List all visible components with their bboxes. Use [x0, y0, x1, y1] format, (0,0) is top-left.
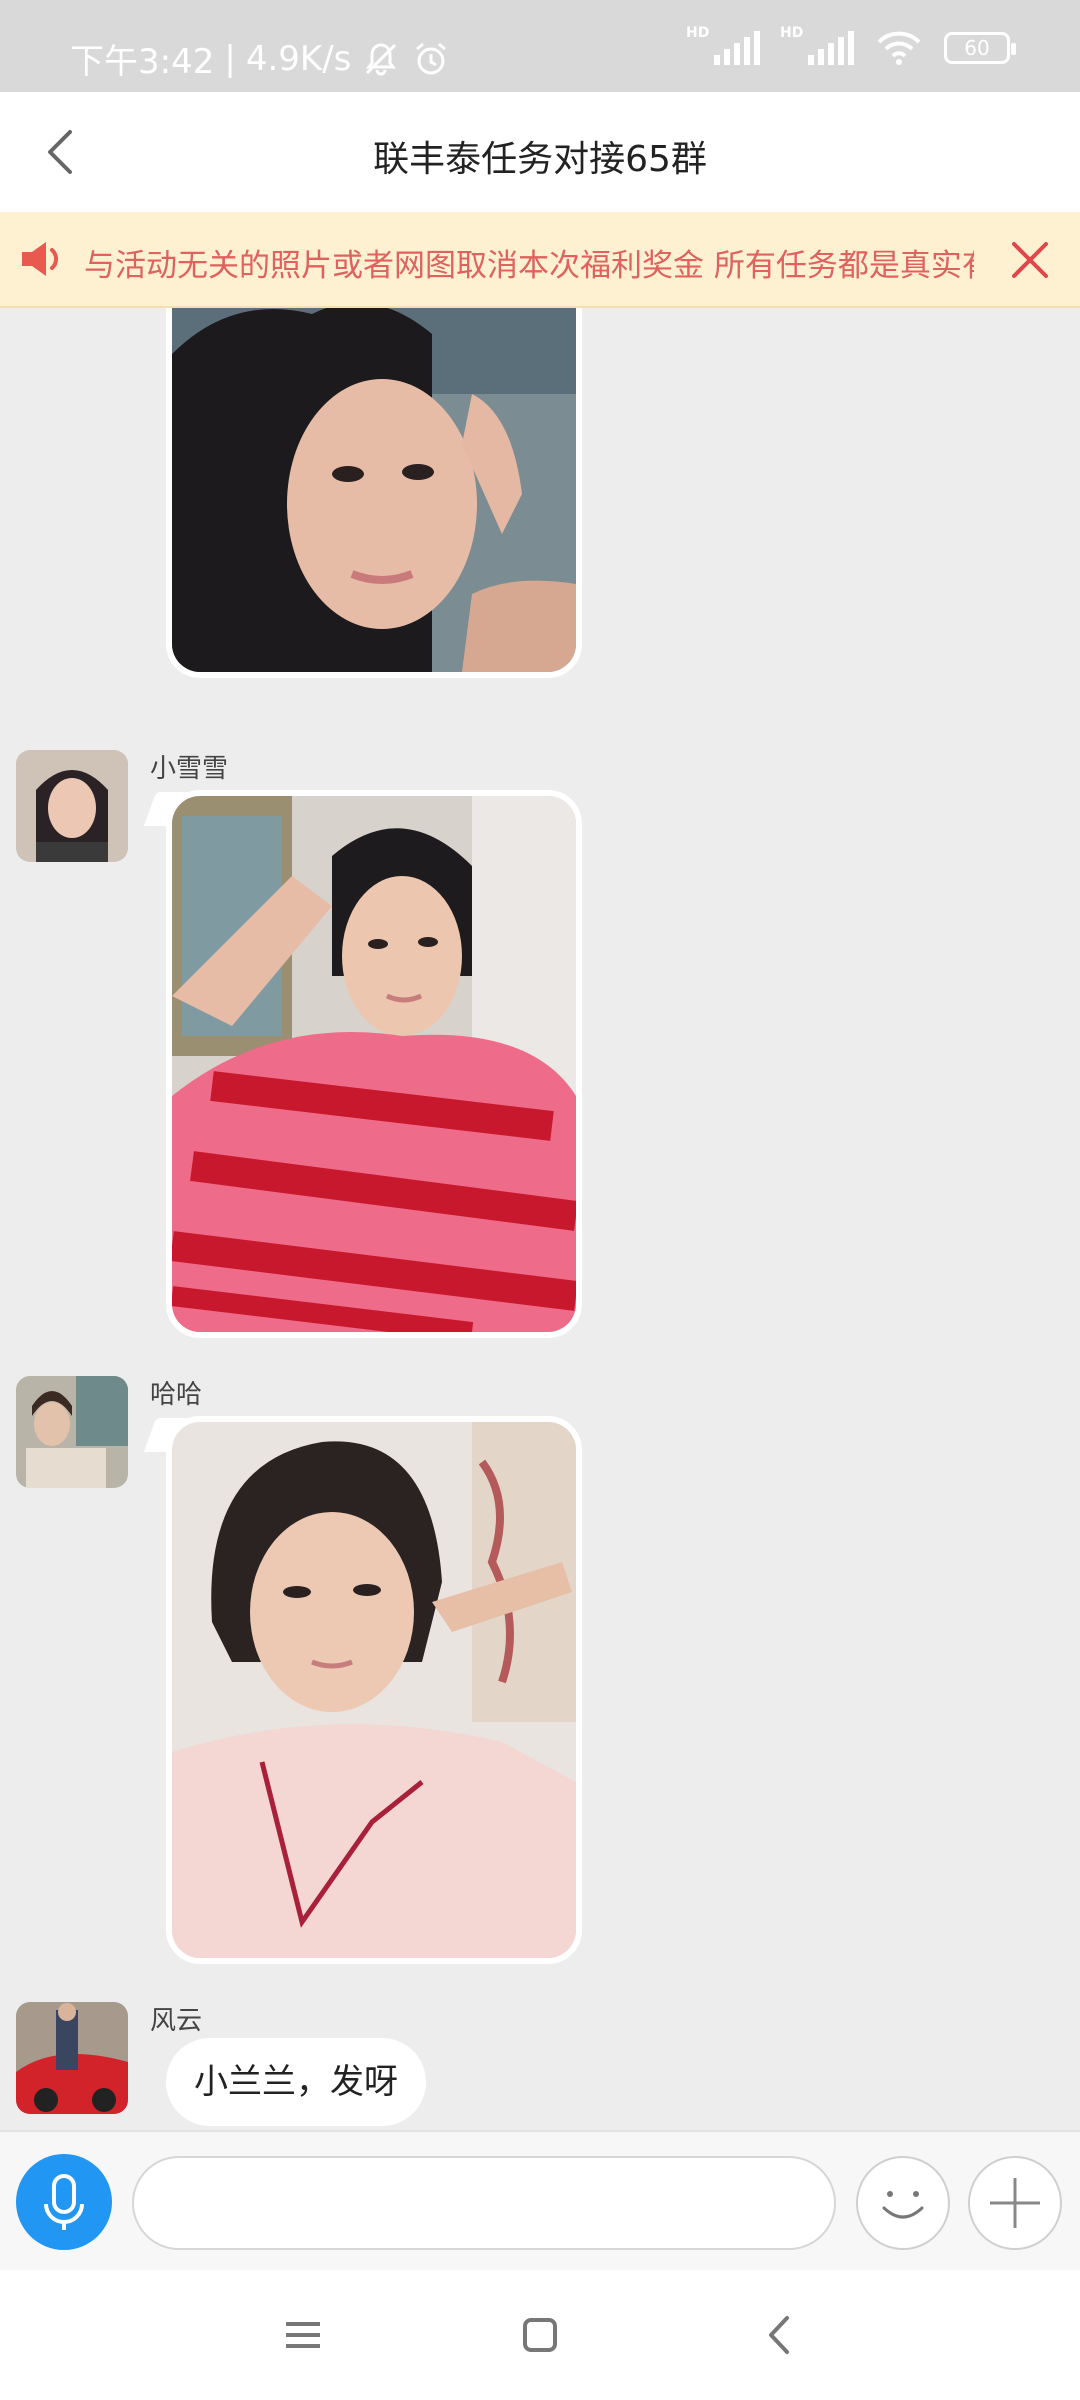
net-speed: 4.9K/s: [245, 38, 352, 79]
sim2-hd-label: HD: [780, 25, 804, 41]
sender-name: 风云: [150, 2006, 203, 2036]
list-item: 风云 小兰兰，发呀: [0, 2000, 1080, 2130]
message-bubble[interactable]: 小兰兰，发呀: [166, 2038, 426, 2126]
chat-header: 联丰泰任务对接65群: [0, 92, 1080, 212]
mute-bell-icon: [366, 42, 397, 75]
signal-icon: HD: [780, 25, 854, 65]
status-right: HD HD 60: [686, 25, 1016, 66]
photo-selfie: [172, 308, 576, 672]
alarm-icon: [416, 42, 447, 74]
status-time: 下午3:42: [70, 42, 215, 82]
wifi-icon: [877, 31, 921, 65]
battery-icon: 60: [944, 32, 1016, 64]
photo-selfie-short-hair: [172, 1422, 576, 1958]
chat-list[interactable]: 小雪雪 哈哈 风云 小兰兰，发呀: [0, 308, 1080, 2130]
close-icon[interactable]: [1008, 238, 1052, 282]
notice-text: 与活动无关的照片或者网图取消本次福利奖金 所有任务都是真实有效: [84, 248, 974, 284]
chat-photo[interactable]: [166, 308, 582, 678]
emoji-button[interactable]: [856, 2156, 950, 2250]
emoji-icon: [882, 2191, 924, 2219]
system-nav-bar: [0, 2270, 1080, 2400]
microphone-icon: [44, 2174, 84, 2230]
signal-icon: HD: [686, 25, 760, 65]
voice-button[interactable]: [16, 2154, 112, 2250]
sim1-hd-label: HD: [686, 25, 710, 41]
photo-selfie-pink-shirt: [172, 796, 576, 1332]
list-item: 哈哈: [0, 1374, 1080, 1974]
back-icon[interactable]: [755, 2310, 805, 2360]
chat-photo[interactable]: [166, 1416, 582, 1964]
menu-icon[interactable]: [278, 2310, 328, 2360]
speaker-icon: [22, 242, 59, 276]
avatar[interactable]: [16, 750, 128, 862]
plus-icon: [990, 2178, 1040, 2228]
sender-name: 哈哈: [150, 1380, 203, 1410]
input-bar: [0, 2130, 1080, 2270]
list-item: 小雪雪: [0, 748, 1080, 1348]
list-item: [0, 308, 1080, 718]
home-icon[interactable]: [515, 2310, 565, 2360]
avatar[interactable]: [16, 1376, 128, 1488]
sender-name: 小雪雪: [150, 754, 229, 784]
status-separator: |: [224, 38, 236, 79]
chat-photo[interactable]: [166, 790, 582, 1338]
more-button[interactable]: [968, 2156, 1062, 2250]
page-title: 联丰泰任务对接65群: [373, 139, 707, 180]
notice-banner[interactable]: 与活动无关的照片或者网图取消本次福利奖金 所有任务都是真实有效: [0, 212, 1080, 308]
status-left: 下午3:42 | 4.9K/s: [70, 34, 451, 83]
avatar[interactable]: [16, 2002, 128, 2114]
status-bar: 下午3:42 | 4.9K/s HD HD 60: [0, 0, 1080, 92]
battery-level: 60: [964, 36, 990, 60]
message-input[interactable]: [132, 2156, 836, 2250]
